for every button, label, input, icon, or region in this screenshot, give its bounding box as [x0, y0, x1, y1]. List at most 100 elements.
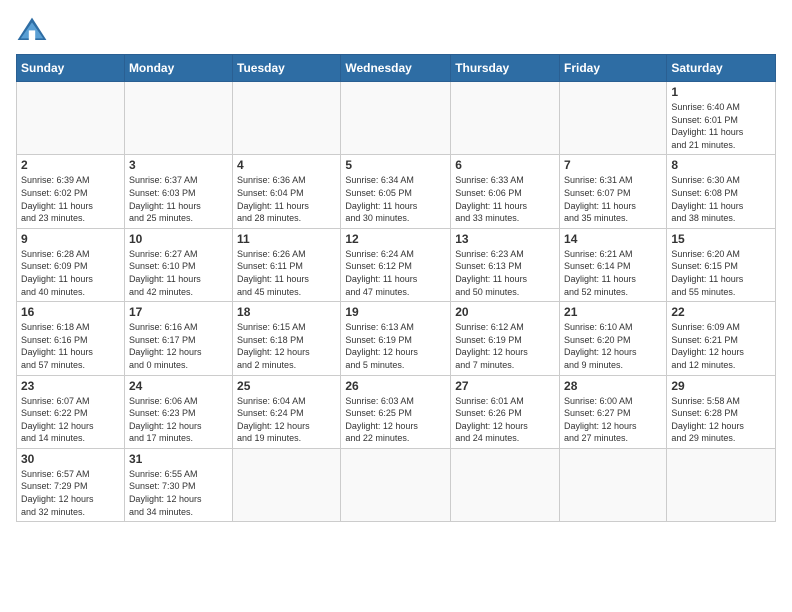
calendar-day-cell: 20Sunrise: 6:12 AM Sunset: 6:19 PM Dayli…	[451, 302, 560, 375]
day-info: Sunrise: 6:03 AM Sunset: 6:25 PM Dayligh…	[345, 395, 446, 445]
day-number: 31	[129, 452, 228, 466]
day-info: Sunrise: 6:13 AM Sunset: 6:19 PM Dayligh…	[345, 321, 446, 371]
calendar-day-cell: 3Sunrise: 6:37 AM Sunset: 6:03 PM Daylig…	[124, 155, 232, 228]
page-header	[16, 16, 776, 44]
logo	[16, 16, 52, 44]
day-info: Sunrise: 6:36 AM Sunset: 6:04 PM Dayligh…	[237, 174, 336, 224]
calendar-body: 1 Sunrise: 6:40 AM Sunset: 6:01 PM Daylig…	[17, 82, 776, 522]
day-number: 8	[671, 158, 771, 172]
day-number: 4	[237, 158, 336, 172]
calendar-day-cell: 8Sunrise: 6:30 AM Sunset: 6:08 PM Daylig…	[667, 155, 776, 228]
calendar-day-cell: 21 Sunrise: 6:10 AM Sunset: 6:20 PM Dayli…	[560, 302, 667, 375]
calendar-day-cell	[451, 82, 560, 155]
day-number: 30	[21, 452, 120, 466]
calendar-week-row: 2 Sunrise: 6:39 AM Sunset: 6:02 PM Daylig…	[17, 155, 776, 228]
day-number: 17	[129, 305, 228, 319]
calendar-day-cell: 28Sunrise: 6:00 AM Sunset: 6:27 PM Dayli…	[560, 375, 667, 448]
day-number: 26	[345, 379, 446, 393]
day-number: 27	[455, 379, 555, 393]
calendar-day-cell: 7 Sunrise: 6:31 AM Sunset: 6:07 PM Daylig…	[560, 155, 667, 228]
calendar-day-cell: 19 Sunrise: 6:13 AM Sunset: 6:19 PM Dayli…	[341, 302, 451, 375]
day-number: 13	[455, 232, 555, 246]
calendar-day-cell: 27Sunrise: 6:01 AM Sunset: 6:26 PM Dayli…	[451, 375, 560, 448]
calendar-day-cell	[341, 448, 451, 521]
calendar-day-cell: 16 Sunrise: 6:18 AM Sunset: 6:16 PM Dayli…	[17, 302, 125, 375]
calendar-week-row: 1 Sunrise: 6:40 AM Sunset: 6:01 PM Daylig…	[17, 82, 776, 155]
day-info: Sunrise: 5:58 AM Sunset: 6:28 PM Dayligh…	[671, 395, 771, 445]
day-number: 6	[455, 158, 555, 172]
calendar-week-row: 23 Sunrise: 6:07 AM Sunset: 6:22 PM Dayli…	[17, 375, 776, 448]
day-number: 21	[564, 305, 662, 319]
day-number: 2	[21, 158, 120, 172]
calendar-day-cell: 30Sunrise: 6:57 AM Sunset: 7:29 PM Dayli…	[17, 448, 125, 521]
day-info: Sunrise: 6:55 AM Sunset: 7:30 PM Dayligh…	[129, 468, 228, 518]
calendar-day-cell	[560, 82, 667, 155]
day-info: Sunrise: 6:31 AM Sunset: 6:07 PM Dayligh…	[564, 174, 662, 224]
day-info: Sunrise: 6:34 AM Sunset: 6:05 PM Dayligh…	[345, 174, 446, 224]
calendar-week-row: 9 Sunrise: 6:28 AM Sunset: 6:09 PM Daylig…	[17, 228, 776, 301]
day-info: Sunrise: 6:18 AM Sunset: 6:16 PM Dayligh…	[21, 321, 120, 371]
day-info: Sunrise: 6:10 AM Sunset: 6:20 PM Dayligh…	[564, 321, 662, 371]
day-info: Sunrise: 6:27 AM Sunset: 6:10 PM Dayligh…	[129, 248, 228, 298]
calendar-day-cell: 10 Sunrise: 6:27 AM Sunset: 6:10 PM Dayli…	[124, 228, 232, 301]
day-number: 12	[345, 232, 446, 246]
day-number: 9	[21, 232, 120, 246]
calendar-day-cell: 23 Sunrise: 6:07 AM Sunset: 6:22 PM Dayli…	[17, 375, 125, 448]
calendar-day-cell: 29 Sunrise: 5:58 AM Sunset: 6:28 PM Dayli…	[667, 375, 776, 448]
day-info: Sunrise: 6:16 AM Sunset: 6:17 PM Dayligh…	[129, 321, 228, 371]
day-number: 23	[21, 379, 120, 393]
calendar-day-cell	[560, 448, 667, 521]
day-number: 1	[671, 85, 771, 99]
day-info: Sunrise: 6:23 AM Sunset: 6:13 PM Dayligh…	[455, 248, 555, 298]
day-number: 16	[21, 305, 120, 319]
day-number: 19	[345, 305, 446, 319]
calendar-day-cell: 2 Sunrise: 6:39 AM Sunset: 6:02 PM Daylig…	[17, 155, 125, 228]
day-number: 29	[671, 379, 771, 393]
day-info: Sunrise: 6:40 AM Sunset: 6:01 PM Dayligh…	[671, 101, 771, 151]
calendar-day-cell: 22 Sunrise: 6:09 AM Sunset: 6:21 PM Dayli…	[667, 302, 776, 375]
calendar-day-cell: 31 Sunrise: 6:55 AM Sunset: 7:30 PM Dayli…	[124, 448, 232, 521]
day-number: 22	[671, 305, 771, 319]
logo-icon	[16, 16, 48, 44]
calendar-day-cell: 12Sunrise: 6:24 AM Sunset: 6:12 PM Dayli…	[341, 228, 451, 301]
weekday-header-cell: Monday	[124, 55, 232, 82]
day-info: Sunrise: 6:06 AM Sunset: 6:23 PM Dayligh…	[129, 395, 228, 445]
day-info: Sunrise: 6:33 AM Sunset: 6:06 PM Dayligh…	[455, 174, 555, 224]
day-number: 14	[564, 232, 662, 246]
day-number: 10	[129, 232, 228, 246]
day-info: Sunrise: 6:37 AM Sunset: 6:03 PM Dayligh…	[129, 174, 228, 224]
weekday-header-cell: Thursday	[451, 55, 560, 82]
calendar-day-cell	[451, 448, 560, 521]
calendar-day-cell: 6 Sunrise: 6:33 AM Sunset: 6:06 PM Daylig…	[451, 155, 560, 228]
calendar-day-cell: 25Sunrise: 6:04 AM Sunset: 6:24 PM Dayli…	[233, 375, 341, 448]
calendar-day-cell: 13 Sunrise: 6:23 AM Sunset: 6:13 PM Dayli…	[451, 228, 560, 301]
day-info: Sunrise: 6:07 AM Sunset: 6:22 PM Dayligh…	[21, 395, 120, 445]
weekday-header-cell: Saturday	[667, 55, 776, 82]
weekday-header-cell: Wednesday	[341, 55, 451, 82]
calendar: SundayMondayTuesdayWednesdayThursdayFrid…	[16, 54, 776, 522]
day-info: Sunrise: 6:39 AM Sunset: 6:02 PM Dayligh…	[21, 174, 120, 224]
calendar-day-cell: 15Sunrise: 6:20 AM Sunset: 6:15 PM Dayli…	[667, 228, 776, 301]
day-number: 11	[237, 232, 336, 246]
calendar-day-cell: 4 Sunrise: 6:36 AM Sunset: 6:04 PM Daylig…	[233, 155, 341, 228]
calendar-day-cell	[124, 82, 232, 155]
calendar-day-cell: 14Sunrise: 6:21 AM Sunset: 6:14 PM Dayli…	[560, 228, 667, 301]
day-number: 5	[345, 158, 446, 172]
calendar-day-cell	[233, 448, 341, 521]
calendar-week-row: 16 Sunrise: 6:18 AM Sunset: 6:16 PM Dayli…	[17, 302, 776, 375]
day-info: Sunrise: 6:20 AM Sunset: 6:15 PM Dayligh…	[671, 248, 771, 298]
day-info: Sunrise: 6:28 AM Sunset: 6:09 PM Dayligh…	[21, 248, 120, 298]
calendar-day-cell: 5 Sunrise: 6:34 AM Sunset: 6:05 PM Daylig…	[341, 155, 451, 228]
day-info: Sunrise: 6:09 AM Sunset: 6:21 PM Dayligh…	[671, 321, 771, 371]
day-info: Sunrise: 6:15 AM Sunset: 6:18 PM Dayligh…	[237, 321, 336, 371]
calendar-day-cell: 26 Sunrise: 6:03 AM Sunset: 6:25 PM Dayli…	[341, 375, 451, 448]
day-number: 18	[237, 305, 336, 319]
day-info: Sunrise: 6:04 AM Sunset: 6:24 PM Dayligh…	[237, 395, 336, 445]
calendar-day-cell: 17 Sunrise: 6:16 AM Sunset: 6:17 PM Dayli…	[124, 302, 232, 375]
calendar-day-cell	[667, 448, 776, 521]
weekday-header-cell: Friday	[560, 55, 667, 82]
calendar-day-cell	[17, 82, 125, 155]
day-number: 7	[564, 158, 662, 172]
day-number: 24	[129, 379, 228, 393]
calendar-day-cell: 18 Sunrise: 6:15 AM Sunset: 6:18 PM Dayli…	[233, 302, 341, 375]
